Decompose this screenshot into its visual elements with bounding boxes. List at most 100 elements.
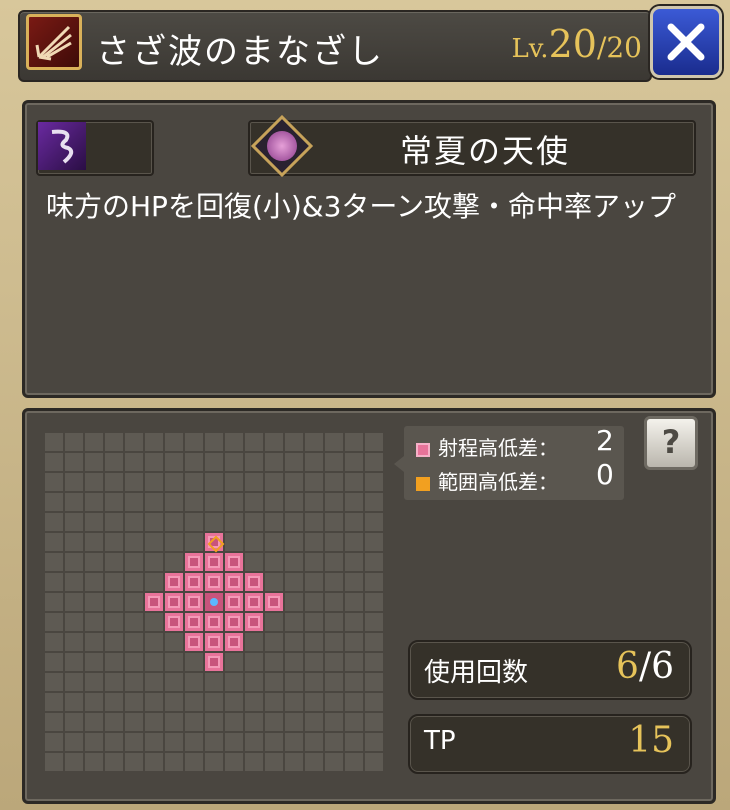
grid-cell bbox=[45, 473, 63, 491]
grid-cell bbox=[105, 593, 123, 611]
grid-cell bbox=[65, 693, 83, 711]
grid-cell bbox=[205, 753, 223, 771]
grid-cell bbox=[265, 513, 283, 531]
grid-cell bbox=[345, 653, 363, 671]
grid-cell bbox=[345, 473, 363, 491]
grid-cell bbox=[285, 593, 303, 611]
grid-cell bbox=[305, 713, 323, 731]
range-cell bbox=[245, 573, 263, 591]
grid-cell bbox=[265, 573, 283, 591]
grid-cell bbox=[85, 613, 103, 631]
range-height-value: 2 bbox=[596, 424, 614, 457]
grid-cell bbox=[105, 733, 123, 751]
grid-cell bbox=[325, 673, 343, 691]
grid-cell bbox=[365, 433, 383, 451]
grid-cell bbox=[45, 693, 63, 711]
grid-cell bbox=[125, 593, 143, 611]
grid-cell bbox=[65, 733, 83, 751]
range-cell bbox=[225, 613, 243, 631]
grid-cell bbox=[185, 453, 203, 471]
grid-cell bbox=[345, 533, 363, 551]
skill-icon bbox=[26, 14, 82, 70]
legend-pointer bbox=[394, 456, 404, 472]
grid-cell bbox=[245, 693, 263, 711]
grid-cell bbox=[165, 453, 183, 471]
range-cell bbox=[205, 553, 223, 571]
grid-cell bbox=[345, 693, 363, 711]
grid-cell bbox=[265, 453, 283, 471]
grid-cell bbox=[325, 573, 343, 591]
uses-max: /6 bbox=[638, 646, 674, 687]
grid-cell bbox=[45, 713, 63, 731]
grid-cell bbox=[65, 533, 83, 551]
grid-cell bbox=[165, 673, 183, 691]
grid-cell bbox=[105, 673, 123, 691]
grid-cell bbox=[65, 473, 83, 491]
grid-cell bbox=[325, 733, 343, 751]
grid-cell bbox=[225, 493, 243, 511]
grid-cell bbox=[285, 613, 303, 631]
grid-cell bbox=[145, 753, 163, 771]
grid-cell bbox=[285, 433, 303, 451]
grid-cell bbox=[85, 753, 103, 771]
grid-cell bbox=[145, 513, 163, 531]
help-button[interactable]: ? bbox=[644, 416, 698, 470]
grid-cell bbox=[365, 533, 383, 551]
grid-cell bbox=[225, 673, 243, 691]
range-swatch bbox=[416, 442, 430, 457]
grid-cell bbox=[265, 693, 283, 711]
grid-cell bbox=[285, 473, 303, 491]
grid-cell bbox=[125, 633, 143, 651]
grid-cell bbox=[65, 593, 83, 611]
grid-cell bbox=[265, 633, 283, 651]
grid-cell bbox=[325, 473, 343, 491]
grid-cell bbox=[325, 753, 343, 771]
grid-cell bbox=[225, 733, 243, 751]
grid-cell bbox=[285, 573, 303, 591]
grid-cell bbox=[345, 613, 363, 631]
grid-cell bbox=[165, 693, 183, 711]
uses-box: 使用回数 6/6 bbox=[408, 640, 692, 700]
grid-cell bbox=[265, 613, 283, 631]
grid-cell bbox=[45, 573, 63, 591]
grid-cell bbox=[185, 713, 203, 731]
grid-cell bbox=[325, 713, 343, 731]
grid-cell bbox=[145, 493, 163, 511]
grid-cell bbox=[265, 493, 283, 511]
grid-cell bbox=[85, 633, 103, 651]
grid-cell bbox=[165, 653, 183, 671]
grid-cell bbox=[145, 573, 163, 591]
grid-cell bbox=[305, 693, 323, 711]
grid-cell bbox=[225, 433, 243, 451]
grid-cell bbox=[185, 493, 203, 511]
grid-cell bbox=[325, 653, 343, 671]
grid-cell bbox=[185, 533, 203, 551]
grid-cell bbox=[165, 633, 183, 651]
grid-cell bbox=[125, 473, 143, 491]
close-button[interactable] bbox=[650, 6, 722, 78]
grid-cell bbox=[145, 713, 163, 731]
grid-cell bbox=[65, 553, 83, 571]
tp-box: TP 15 bbox=[408, 714, 692, 774]
grid-cell bbox=[105, 653, 123, 671]
grid-cell bbox=[285, 753, 303, 771]
grid-cell bbox=[45, 653, 63, 671]
grid-cell bbox=[245, 533, 263, 551]
grid-cell bbox=[345, 513, 363, 531]
grid-cell bbox=[165, 553, 183, 571]
grid-cell bbox=[145, 653, 163, 671]
level-max: /20 bbox=[596, 31, 642, 64]
area-height-value: 0 bbox=[596, 458, 614, 491]
grid-cell bbox=[45, 493, 63, 511]
grid-cell bbox=[145, 473, 163, 491]
grid-cell bbox=[125, 613, 143, 631]
grid-cell bbox=[205, 673, 223, 691]
grid-cell bbox=[325, 613, 343, 631]
grid-cell bbox=[125, 433, 143, 451]
grid-cell bbox=[345, 433, 363, 451]
grid-cell bbox=[85, 713, 103, 731]
grid-cell bbox=[45, 513, 63, 531]
grid-cell bbox=[245, 733, 263, 751]
grid-cell bbox=[305, 433, 323, 451]
grid-cell bbox=[165, 753, 183, 771]
